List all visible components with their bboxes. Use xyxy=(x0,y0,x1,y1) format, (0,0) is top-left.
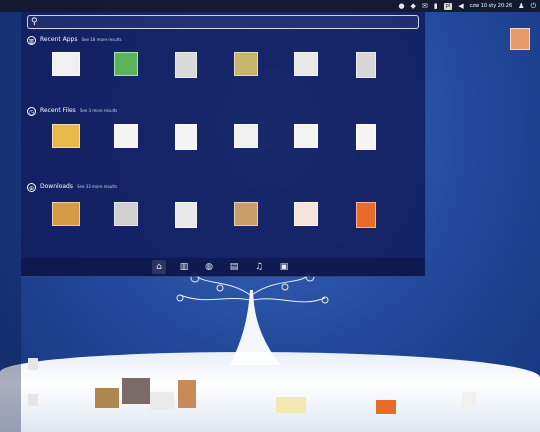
result-thumbnail xyxy=(114,124,138,148)
result-thumbnail xyxy=(175,124,197,150)
music-icon[interactable]: ♫ xyxy=(252,260,266,274)
launcher xyxy=(0,12,21,432)
result-tile[interactable] xyxy=(159,46,213,104)
documents-icon[interactable]: ▤ xyxy=(227,260,241,274)
desktop-icon[interactable] xyxy=(510,28,530,50)
download-icon: ⊕ xyxy=(27,182,36,192)
result-thumbnail xyxy=(294,124,318,148)
result-row xyxy=(21,118,425,178)
circle-icon[interactable]: ● xyxy=(398,0,404,12)
desktop-icon[interactable] xyxy=(95,388,119,408)
result-tile[interactable] xyxy=(279,118,333,176)
desktop-icon[interactable] xyxy=(276,397,306,413)
result-tile[interactable] xyxy=(219,192,273,250)
dash-overlay: ⚲ ▥ Recent Apps See 18 more results ◷ Recent… xyxy=(21,12,426,277)
result-tile[interactable] xyxy=(339,46,393,104)
result-tile[interactable] xyxy=(219,118,273,176)
desktop-icon[interactable] xyxy=(122,378,150,404)
search-field[interactable]: ⚲ xyxy=(27,15,419,29)
desktop-icon[interactable] xyxy=(28,358,38,370)
home-icon[interactable]: ⌂ xyxy=(152,260,166,274)
messaging-icon[interactable]: ✉ xyxy=(422,0,428,12)
desktop-icon[interactable] xyxy=(150,392,174,410)
wallpaper-tree xyxy=(176,272,329,365)
volume-icon[interactable]: ◀ xyxy=(458,0,463,12)
result-thumbnail xyxy=(114,52,138,76)
result-thumbnail xyxy=(356,52,376,78)
result-tile[interactable] xyxy=(159,192,213,250)
indicator-tray: ● ◆ ✉ ▮ pl ◀ czw 10 sty 20:26 ♟ ⏻ xyxy=(398,0,536,12)
result-thumbnail xyxy=(52,52,80,76)
power-icon[interactable]: ⏻ xyxy=(530,0,536,12)
files-icon[interactable]: ◍ xyxy=(202,260,216,274)
result-tile[interactable] xyxy=(99,46,153,104)
result-tile[interactable] xyxy=(39,46,93,104)
result-thumbnail xyxy=(114,202,138,226)
network-icon[interactable]: ▮ xyxy=(434,0,438,12)
see-more-link[interactable]: See 3 more results xyxy=(80,105,118,117)
section-header: ◷ Recent Files See 3 more results xyxy=(27,105,117,117)
section-title: Recent Apps xyxy=(40,36,78,43)
result-tile[interactable] xyxy=(159,118,213,176)
result-thumbnail xyxy=(294,202,318,226)
search-icon: ⚲ xyxy=(31,17,38,27)
keyboard-layout-indicator[interactable]: pl xyxy=(443,2,453,10)
section-header: ▥ Recent Apps See 18 more results xyxy=(27,34,122,46)
result-tile[interactable] xyxy=(339,192,393,250)
result-thumbnail xyxy=(234,202,258,226)
desktop-icon[interactable] xyxy=(28,394,38,406)
clock[interactable]: czw 10 sty 20:26 xyxy=(470,0,513,12)
desktop-icon[interactable] xyxy=(376,400,396,414)
result-tile[interactable] xyxy=(219,46,273,104)
see-more-link[interactable]: See 18 more results xyxy=(82,34,122,46)
result-thumbnail xyxy=(234,52,258,76)
result-thumbnail xyxy=(294,52,318,76)
result-tile[interactable] xyxy=(99,118,153,176)
result-tile[interactable] xyxy=(279,46,333,104)
result-tile[interactable] xyxy=(339,118,393,176)
dropbox-icon[interactable]: ◆ xyxy=(411,0,416,12)
desktop-icon[interactable] xyxy=(462,392,476,410)
user-icon[interactable]: ♟ xyxy=(518,0,524,12)
desktop-icon[interactable] xyxy=(178,380,196,408)
result-row xyxy=(21,46,425,106)
apps-icon: ▥ xyxy=(27,35,36,45)
result-thumbnail xyxy=(52,124,80,148)
result-thumbnail xyxy=(175,52,197,78)
result-row xyxy=(21,192,425,252)
result-thumbnail xyxy=(175,202,197,228)
result-tile[interactable] xyxy=(39,192,93,250)
result-tile[interactable] xyxy=(279,192,333,250)
applications-icon[interactable]: ▥ xyxy=(177,260,191,274)
section-title: Recent Files xyxy=(40,107,76,114)
search-input[interactable] xyxy=(44,17,416,29)
result-tile[interactable] xyxy=(39,118,93,176)
video-icon[interactable]: ▣ xyxy=(277,260,291,274)
result-thumbnail xyxy=(356,202,376,228)
result-thumbnail xyxy=(52,202,80,226)
result-tile[interactable] xyxy=(99,192,153,250)
top-panel: ● ◆ ✉ ▮ pl ◀ czw 10 sty 20:26 ♟ ⏻ xyxy=(0,0,540,12)
lens-bar: ⌂ ▥ ◍ ▤ ♫ ▣ xyxy=(21,258,425,276)
clock-icon: ◷ xyxy=(27,106,36,116)
result-thumbnail xyxy=(356,124,376,150)
result-thumbnail xyxy=(234,124,258,148)
